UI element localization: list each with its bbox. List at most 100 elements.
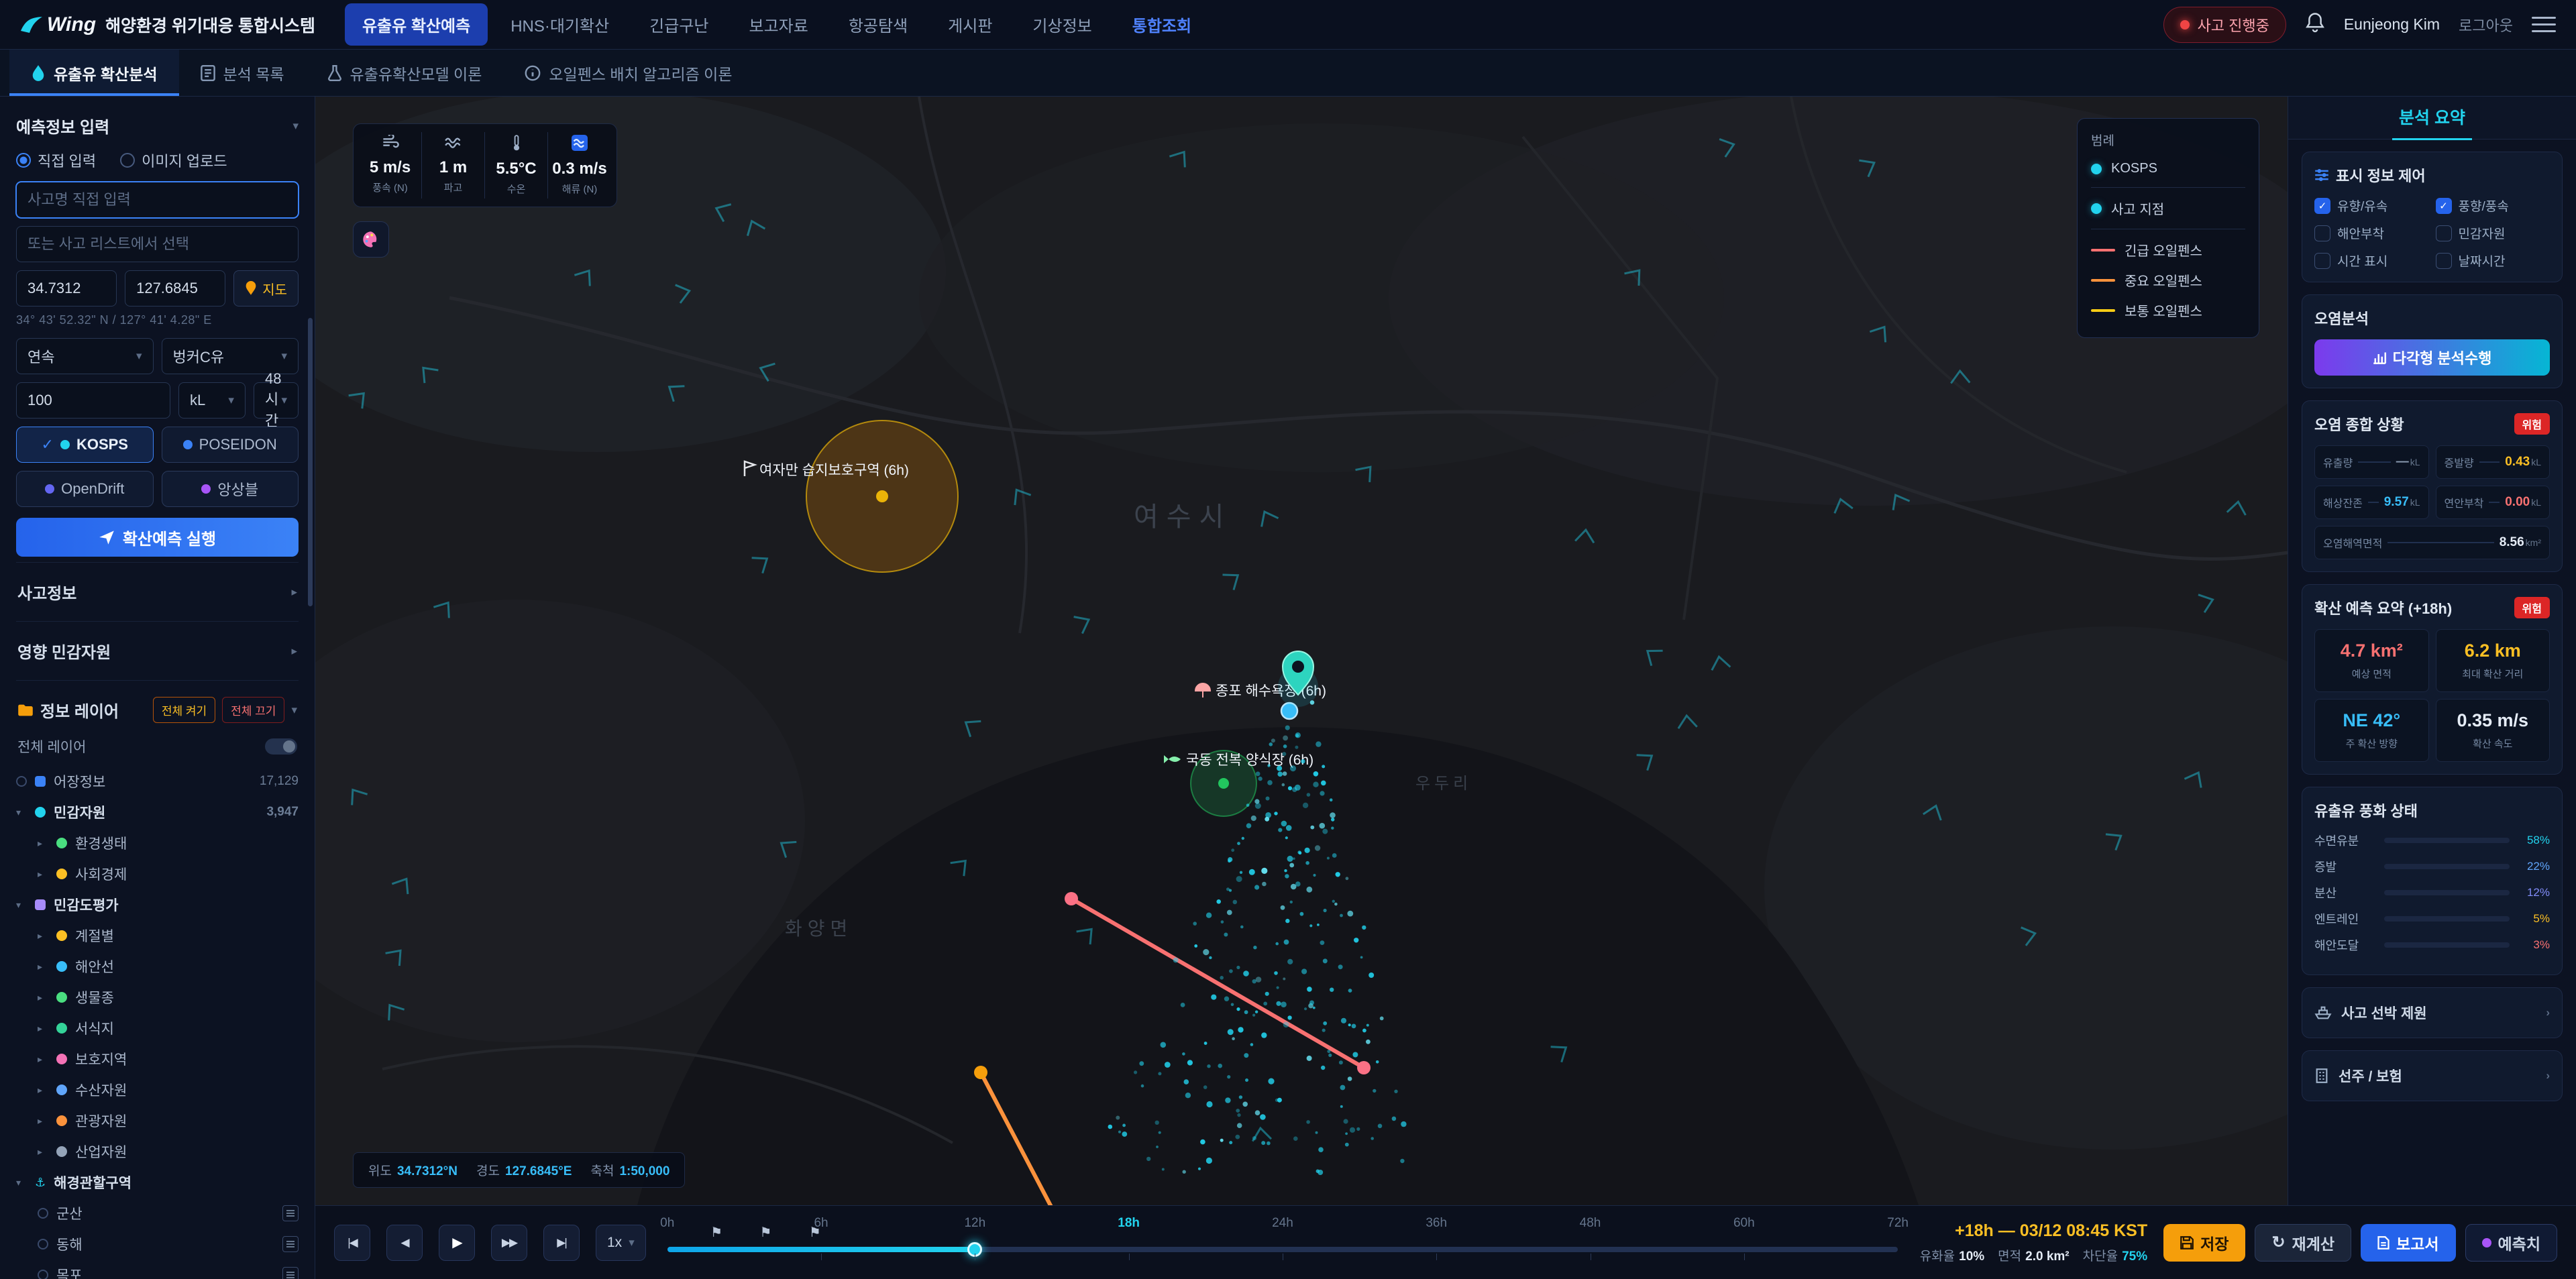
layer-tree-item[interactable]: ▸해안선 [16, 951, 299, 982]
map-svg[interactable]: 여수시 화양면 우두리 여자만 습지보호구역 (6h) 종포 해수욕장 (6h) [315, 97, 2288, 1205]
all-layers-off-button[interactable]: 전체 끄기 [222, 697, 284, 723]
save-button[interactable]: 저장 [2163, 1224, 2245, 1262]
incident-pin-icon[interactable] [1278, 651, 1318, 707]
layer-tree-item[interactable]: ▸보호지역 [16, 1044, 299, 1074]
layer-tree-item[interactable]: ▸관광자원 [16, 1105, 299, 1136]
layer-tree-item[interactable]: ▸환경생태 [16, 828, 299, 858]
layer-tree-group[interactable]: ▾민감도평가 [16, 889, 299, 920]
skip-end-button[interactable]: ▶| [543, 1225, 580, 1261]
district-layers-icon[interactable] [282, 1236, 299, 1252]
step-back-button[interactable]: ◀ [386, 1225, 423, 1261]
nav-oil-spread[interactable]: 유출유 확산예측 [345, 3, 488, 46]
checkbox-time[interactable]: ✓시간 표시 [2314, 252, 2429, 270]
layer-tree-item[interactable]: ▸서식지 [16, 1013, 299, 1044]
district-toggle-icon[interactable] [38, 1208, 48, 1219]
nav-rescue[interactable]: 긴급구난 [632, 3, 726, 46]
model-chip-kosps[interactable]: ✓KOSPS [16, 427, 154, 463]
spill-type-select[interactable]: 연속▾ [16, 338, 154, 374]
logout-button[interactable]: 로그아웃 [2459, 14, 2513, 36]
play-button[interactable]: ▶ [439, 1225, 475, 1261]
layer-toggle-icon[interactable] [16, 776, 27, 787]
timeline-slider[interactable]: 0h 6h 12h 18h 24h 36h 48h 60h 72h ⚑ ⚑ ⚑ [667, 1215, 1898, 1271]
all-layers-toggle[interactable] [265, 738, 297, 755]
pick-on-map-button[interactable]: 지도 [233, 270, 299, 307]
prediction-button[interactable]: 예측치 [2465, 1224, 2557, 1262]
nav-board[interactable]: 게시판 [930, 3, 1010, 46]
district-item[interactable]: 동해 [16, 1229, 299, 1260]
district-layers-icon[interactable] [282, 1205, 299, 1221]
tab-analysis-list[interactable]: 분석 목록 [179, 50, 306, 96]
accident-list-input[interactable] [16, 226, 299, 262]
polygon-analysis-button[interactable]: 다각형 분석수행 [2314, 339, 2550, 376]
fence-endpoint[interactable] [974, 1066, 987, 1079]
tab-spread-analysis[interactable]: 유출유 확산분석 [9, 50, 179, 96]
report-button[interactable]: 보고서 [2361, 1224, 2455, 1262]
nav-integrated-search[interactable]: 통합조회 [1115, 3, 1209, 46]
all-layers-on-button[interactable]: 전체 켜기 [153, 697, 215, 723]
checkbox-wind[interactable]: ✓풍향/풍속 [2436, 197, 2551, 215]
model-chip-ensemble[interactable]: 앙상블 [162, 471, 299, 507]
run-prediction-button[interactable]: 확산예측 실행 [16, 518, 299, 557]
eco-icon [56, 838, 67, 848]
checkbox-shoreline[interactable]: ✓해안부착 [2314, 224, 2429, 242]
fast-forward-button[interactable]: ▶▶ [491, 1225, 527, 1261]
caret-icon[interactable]: ▾ [16, 807, 27, 818]
speed-select[interactable]: 1x▾ [596, 1225, 646, 1261]
layer-tree-item[interactable]: ▸수산자원 [16, 1074, 299, 1105]
nav-weather[interactable]: 기상정보 [1015, 3, 1109, 46]
fence-endpoint[interactable] [1357, 1061, 1371, 1074]
bell-icon[interactable] [2305, 12, 2325, 37]
checkbox-off-icon: ✓ [2314, 225, 2330, 241]
map-canvas[interactable]: 여수시 화양면 우두리 여자만 습지보호구역 (6h) 종포 해수욕장 (6h) [315, 97, 2288, 1205]
oil-type-select[interactable]: 벙커C유▾ [162, 338, 299, 374]
sidebar-scrollbar[interactable] [308, 318, 313, 606]
fishery-icon [35, 776, 46, 787]
unit-select[interactable]: kL▾ [178, 382, 246, 419]
nav-aerial[interactable]: 항공탐색 [831, 3, 925, 46]
model-chip-poseidon[interactable]: POSEIDON [162, 427, 299, 463]
chevron-right-icon: ▸ [291, 586, 297, 599]
bookmark-flag-icon[interactable]: ⚑ [809, 1224, 821, 1241]
checkbox-current[interactable]: ✓유향/유속 [2314, 197, 2429, 215]
layer-tree-item[interactable]: ▸산업자원 [16, 1136, 299, 1167]
recalculate-button[interactable]: ↻재계산 [2255, 1224, 2351, 1262]
user-name[interactable]: Eunjeong Kim [2344, 15, 2440, 34]
amount-input[interactable] [16, 382, 170, 419]
nav-hns[interactable]: HNS·대기확산 [493, 3, 627, 46]
tab-boom-algorithm-theory[interactable]: 오일펜스 배치 알고리즘 이론 [503, 50, 753, 96]
layer-tree-item[interactable]: ▸사회경제 [16, 858, 299, 889]
checkbox-datetime[interactable]: ✓날짜시간 [2436, 252, 2551, 270]
duration-select[interactable]: 48시간▾ [254, 382, 299, 419]
longitude-input[interactable] [125, 270, 225, 307]
tab-model-theory[interactable]: 유출유확산모델 이론 [306, 50, 504, 96]
timeline-track[interactable] [667, 1247, 1898, 1252]
layer-tree-item[interactable]: 어장정보17,129 [16, 766, 299, 797]
hamburger-menu-icon[interactable] [2532, 17, 2556, 32]
city-label: 여수시 [1134, 502, 1232, 532]
owner-insurance-section[interactable]: 선주 / 보험› [2302, 1050, 2563, 1101]
ship-spec-section[interactable]: 사고 선박 제원› [2302, 987, 2563, 1038]
accident-info-section[interactable]: 사고정보▸ [16, 562, 299, 621]
model-chip-opendrift[interactable]: OpenDrift [16, 471, 154, 507]
radio-direct-input[interactable]: 직접 입력 [16, 150, 96, 171]
checkbox-sensitive[interactable]: ✓민감자원 [2436, 224, 2551, 242]
layer-tree-item[interactable]: ▸계절별 [16, 920, 299, 951]
district-item[interactable]: 목포 [16, 1260, 299, 1279]
incident-status-badge[interactable]: 사고 진행중 [2163, 7, 2286, 43]
bookmark-flag-icon[interactable]: ⚑ [710, 1224, 722, 1241]
nav-reports[interactable]: 보고자료 [732, 3, 826, 46]
layer-tree-group[interactable]: ▾⚓해경관할구역 [16, 1167, 299, 1198]
fence-endpoint[interactable] [1065, 892, 1078, 905]
district-item[interactable]: 군산 [16, 1198, 299, 1229]
accident-name-input[interactable] [16, 182, 299, 218]
layer-tree-item[interactable]: ▸생물종 [16, 982, 299, 1013]
latitude-input[interactable] [16, 270, 117, 307]
radio-image-upload[interactable]: 이미지 업로드 [120, 150, 227, 171]
impact-resources-section[interactable]: 영향 민감자원▸ [16, 621, 299, 680]
district-layers-icon[interactable] [282, 1267, 299, 1279]
skip-start-button[interactable]: |◀ [334, 1225, 370, 1261]
layer-tree-group[interactable]: ▾민감자원3,947 [16, 797, 299, 828]
bookmark-flag-icon[interactable]: ⚑ [760, 1224, 772, 1241]
map-style-button[interactable] [353, 221, 389, 258]
predict-input-header[interactable]: 예측정보 입력 ▾ [16, 109, 299, 148]
